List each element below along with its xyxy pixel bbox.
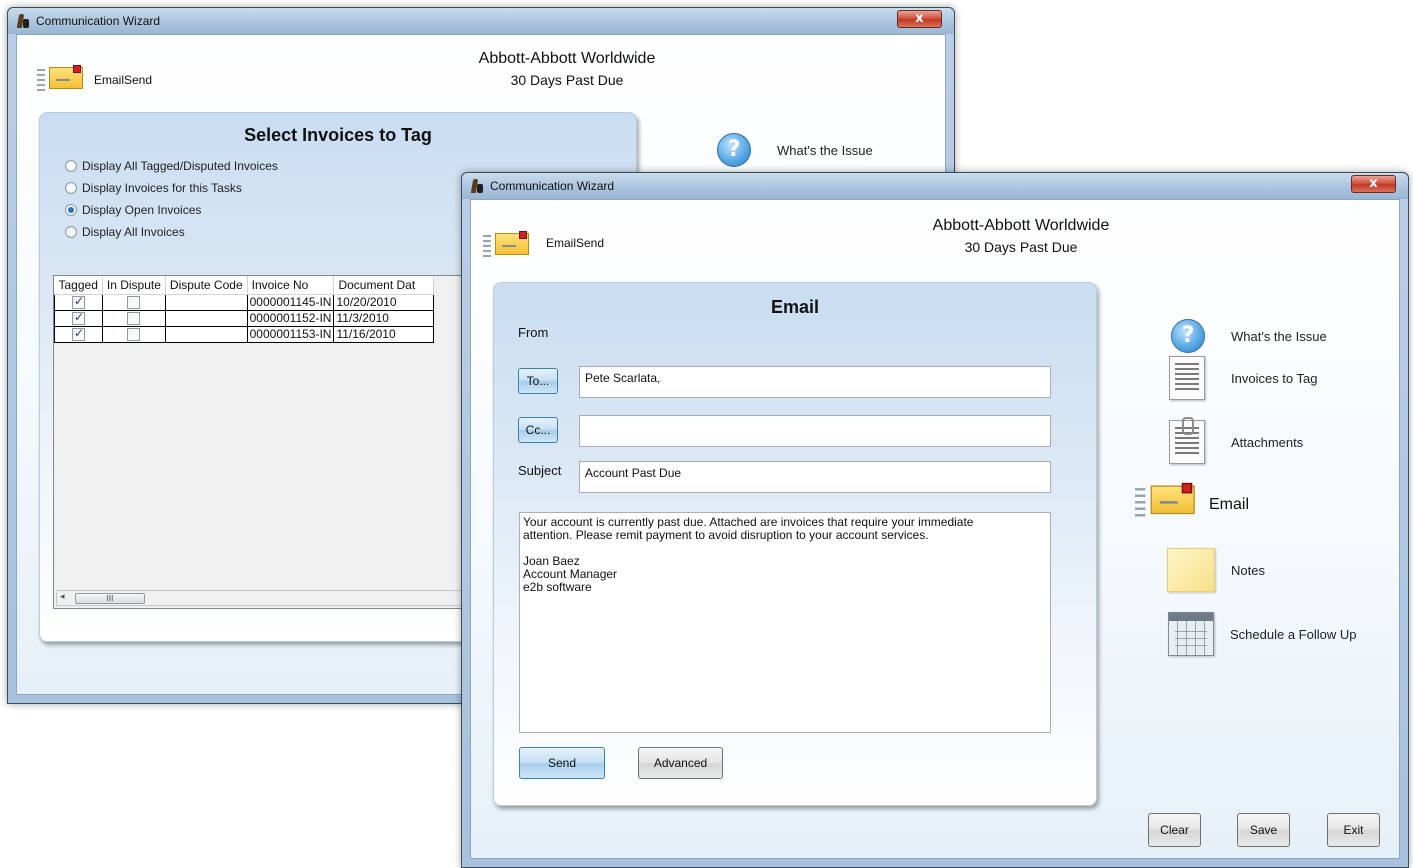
to-field[interactable]: Pete Scarlata,: [579, 366, 1051, 398]
invoice-no-cell: 0000001145-IN: [246, 293, 335, 311]
clear-button[interactable]: Clear: [1148, 813, 1201, 847]
dispute-code-cell[interactable]: [164, 293, 248, 311]
nav-whats-the-issue[interactable]: ? What's the Issue: [1171, 319, 1327, 353]
column-header-invoice-no[interactable]: Invoice No: [247, 276, 335, 295]
nav-invoices-to-tag[interactable]: Invoices to Tag: [1169, 356, 1317, 400]
radio-task-invoices[interactable]: Display Invoices for this Tasks: [65, 181, 242, 195]
column-header-in-dispute[interactable]: In Dispute: [102, 276, 166, 295]
nav-notes[interactable]: Notes: [1167, 548, 1265, 592]
window-title: Communication Wizard: [36, 14, 161, 28]
notes-icon: [1167, 548, 1215, 592]
question-icon: ?: [1171, 319, 1205, 353]
to-button[interactable]: To...: [518, 368, 558, 394]
cc-button[interactable]: Cc...: [518, 417, 558, 443]
in-dispute-checkbox[interactable]: [127, 296, 141, 310]
cc-field[interactable]: [579, 415, 1051, 447]
invoice-table: Tagged In Dispute Dispute Code Invoice N…: [54, 276, 435, 343]
table-row[interactable]: 0000001152-IN 11/3/2010: [54, 309, 435, 327]
send-button[interactable]: Send: [519, 747, 605, 779]
nav-email[interactable]: Email: [1135, 482, 1249, 522]
subject-label: Subject: [518, 463, 562, 478]
dispute-code-cell[interactable]: [164, 309, 248, 327]
subject-field[interactable]: Account Past Due: [579, 461, 1051, 493]
nav-label: Invoices to Tag: [1231, 370, 1318, 386]
radio-button[interactable]: [65, 182, 77, 194]
status-subtitle: 30 Days Past Due: [510, 72, 624, 88]
nav-label: Attachments: [1231, 434, 1304, 450]
table-row[interactable]: 0000001145-IN 10/20/2010: [54, 293, 435, 311]
scroll-left-arrow-icon[interactable]: ◂: [60, 592, 65, 602]
nav-label: Notes: [1231, 562, 1265, 578]
calendar-icon: [1168, 612, 1214, 656]
company-name: Abbott-Abbott Worldwide: [932, 217, 1110, 234]
dispute-code-cell[interactable]: [164, 325, 248, 343]
radio-button[interactable]: [65, 226, 77, 238]
invoice-icon: [1169, 356, 1205, 400]
tagged-checkbox[interactable]: [71, 294, 85, 310]
tagged-checkbox[interactable]: [71, 310, 85, 326]
nav-label: Schedule a Follow Up: [1230, 626, 1357, 642]
envelope-icon: [37, 65, 85, 91]
radio-all-invoices[interactable]: Display All Invoices: [65, 225, 185, 239]
from-label: From: [518, 325, 549, 340]
question-icon: ?: [717, 133, 751, 167]
attachment-icon: [1169, 417, 1205, 464]
advanced-button[interactable]: Advanced: [638, 747, 723, 779]
radio-button-selected[interactable]: [65, 204, 77, 216]
email-icon: [1135, 482, 1229, 527]
front-window-titlebar[interactable]: Communication Wizard x: [462, 173, 1408, 199]
app-icon: [470, 179, 484, 193]
column-header-dispute-code[interactable]: Dispute Code: [165, 276, 248, 295]
document-date-cell: 11/16/2010: [333, 325, 435, 343]
window-title: Communication Wizard: [490, 179, 615, 193]
column-header-document-date[interactable]: Document Dat: [333, 276, 435, 295]
exit-button[interactable]: Exit: [1327, 813, 1380, 847]
save-button[interactable]: Save: [1237, 813, 1290, 847]
invoice-no-cell: 0000001153-IN: [246, 325, 335, 343]
envelope-icon: [483, 231, 531, 257]
panel-title: Select Invoices to Tag: [244, 125, 432, 145]
document-date-cell: 11/3/2010: [333, 309, 435, 327]
column-header-tagged[interactable]: Tagged: [54, 276, 103, 295]
radio-open-invoices[interactable]: Display Open Invoices: [65, 203, 201, 217]
horizontal-scrollbar[interactable]: ◂ III: [56, 590, 470, 606]
invoice-grid[interactable]: Tagged In Dispute Dispute Code Invoice N…: [53, 275, 473, 609]
back-window-titlebar[interactable]: Communication Wizard x: [8, 8, 954, 34]
table-row[interactable]: 0000001153-IN 11/16/2010: [54, 325, 435, 343]
company-name: Abbott-Abbott Worldwide: [478, 50, 656, 67]
front-window: Communication Wizard x EmailSend Abbott-…: [461, 172, 1409, 868]
brand-label: EmailSend: [94, 73, 153, 87]
panel-title: Email: [770, 297, 820, 317]
in-dispute-checkbox[interactable]: [127, 312, 141, 326]
radio-button[interactable]: [65, 160, 77, 172]
close-button[interactable]: x: [897, 10, 942, 28]
tagged-checkbox[interactable]: [71, 326, 85, 342]
front-window-client: EmailSend Abbott-Abbott Worldwide 30 Day…: [470, 199, 1400, 859]
nav-label: What's the Issue: [777, 142, 873, 158]
invoice-no-cell: 0000001152-IN: [246, 309, 335, 327]
scroll-thumb[interactable]: III: [75, 593, 145, 604]
close-button[interactable]: x: [1351, 175, 1396, 193]
status-subtitle: 30 Days Past Due: [964, 239, 1078, 255]
nav-attachments[interactable]: Attachments: [1169, 417, 1304, 464]
brand-label: EmailSend: [546, 236, 605, 250]
email-panel: Email From To... Pete Scarlata, Cc... Su…: [493, 282, 1097, 806]
nav-schedule-follow-up[interactable]: Schedule a Follow Up: [1168, 612, 1356, 656]
app-icon: [16, 14, 30, 28]
in-dispute-checkbox[interactable]: [127, 328, 141, 342]
radio-tagged-disputed[interactable]: Display All Tagged/Disputed Invoices: [65, 159, 278, 173]
message-body[interactable]: Your account is currently past due. Atta…: [519, 512, 1051, 733]
document-date-cell: 10/20/2010: [333, 293, 435, 311]
nav-label: What's the Issue: [1231, 328, 1327, 344]
nav-whats-the-issue[interactable]: ? What's the Issue: [717, 133, 873, 167]
